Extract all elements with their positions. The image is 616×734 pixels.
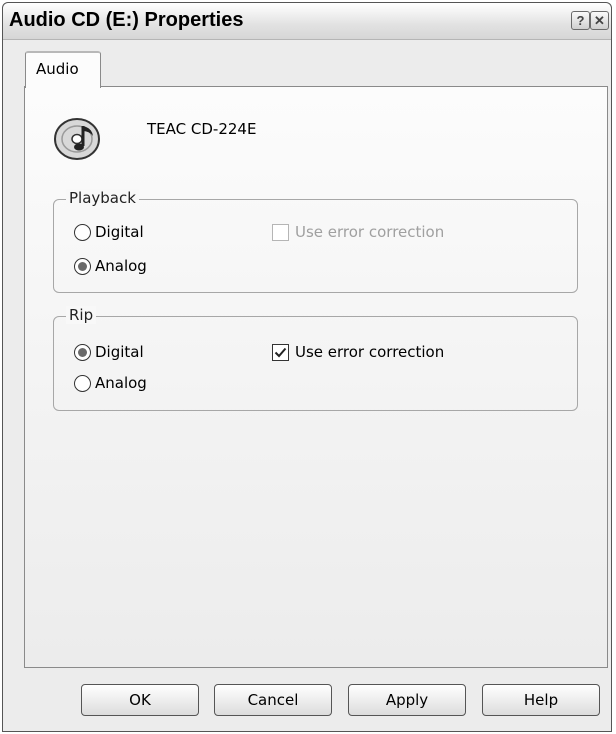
playback-digital-radio[interactable]: Digital <box>74 223 144 241</box>
rip-legend: Rip <box>66 306 97 324</box>
playback-digital-label: Digital <box>95 223 144 241</box>
title-bar[interactable]: Audio CD (E:) Properties ? ✕ <box>3 3 611 40</box>
playback-analog-label: Analog <box>95 257 147 275</box>
cancel-button[interactable]: Cancel <box>214 684 332 716</box>
rip-analog-radio[interactable]: Analog <box>74 374 147 392</box>
tab-audio-label: Audio <box>36 60 79 78</box>
playback-digital-radio-button[interactable] <box>74 223 91 241</box>
device-name: TEAC CD-224E <box>147 120 257 138</box>
rip-digital-radio-button[interactable] <box>74 343 91 361</box>
playback-group: Playback Digital Analog Use error correc… <box>53 189 578 293</box>
window-title: Audio CD (E:) Properties <box>9 9 244 31</box>
playback-legend: Playback <box>66 189 139 207</box>
cd-audio-icon <box>54 118 100 160</box>
rip-group: Rip Digital Analog Use error correction <box>53 306 578 411</box>
rip-error-correction-box[interactable] <box>272 343 289 361</box>
checkmark-icon <box>274 347 287 357</box>
rip-analog-radio-button[interactable] <box>74 374 91 392</box>
help-icon[interactable]: ? <box>571 11 590 30</box>
playback-error-correction-box[interactable] <box>272 223 289 241</box>
rip-digital-radio[interactable]: Digital <box>74 343 144 361</box>
tab-audio[interactable]: Audio <box>25 51 101 88</box>
rip-digital-label: Digital <box>95 343 144 361</box>
playback-error-correction-checkbox[interactable]: Use error correction <box>272 223 444 241</box>
apply-button[interactable]: Apply <box>348 684 466 716</box>
rip-analog-label: Analog <box>95 374 147 392</box>
ok-button[interactable]: OK <box>81 684 199 716</box>
rip-error-correction-checkbox[interactable]: Use error correction <box>272 343 444 361</box>
close-icon[interactable]: ✕ <box>590 11 609 30</box>
playback-analog-radio-button[interactable] <box>74 257 91 275</box>
rip-error-correction-label: Use error correction <box>295 343 445 361</box>
help-button[interactable]: Help <box>482 684 600 716</box>
playback-error-correction-label: Use error correction <box>295 223 445 241</box>
playback-analog-radio[interactable]: Analog <box>74 257 147 275</box>
